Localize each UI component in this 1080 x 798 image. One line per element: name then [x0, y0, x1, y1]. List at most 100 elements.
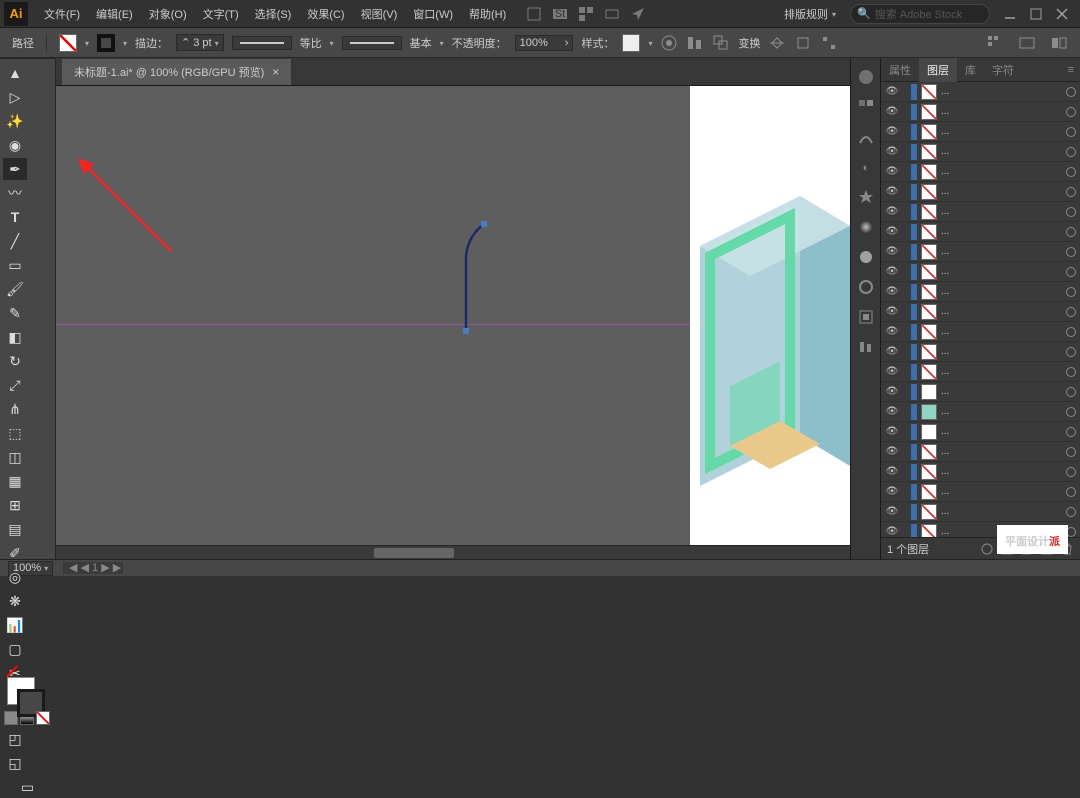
visibility-toggle[interactable]: 👁 — [885, 366, 899, 377]
menu-effect[interactable]: 效果(C) — [299, 0, 352, 28]
column-graph-tool[interactable]: 📊 — [3, 614, 27, 636]
fill-swatch[interactable] — [59, 34, 77, 52]
shape-builder-icon[interactable] — [712, 34, 730, 52]
panel-toggle-2-icon[interactable] — [1018, 34, 1036, 52]
visibility-toggle[interactable]: 👁 — [885, 126, 899, 137]
layer-row[interactable]: 👁 ... — [881, 122, 1080, 142]
layer-name[interactable]: ... — [941, 266, 1062, 277]
paintbrush-tool[interactable]: 🖌 — [3, 278, 27, 300]
layer-row[interactable]: 👁 ... — [881, 142, 1080, 162]
layer-name[interactable]: ... — [941, 246, 1062, 257]
layer-row[interactable]: 👁 ... — [881, 222, 1080, 242]
align-icon[interactable] — [686, 34, 704, 52]
panel-toggle-1-icon[interactable] — [986, 34, 1004, 52]
style-swatch[interactable] — [622, 34, 640, 52]
target-icon[interactable] — [1066, 267, 1076, 277]
visibility-toggle[interactable]: 👁 — [885, 166, 899, 177]
symbol-sprayer-tool[interactable]: ❋ — [3, 590, 27, 612]
target-icon[interactable] — [1066, 167, 1076, 177]
visibility-toggle[interactable]: 👁 — [885, 106, 899, 117]
graphic-styles-panel-icon[interactable] — [857, 308, 875, 326]
tab-close-icon[interactable]: × — [272, 65, 279, 79]
blend-tool[interactable]: ◎ — [3, 566, 27, 588]
visibility-toggle[interactable]: 👁 — [885, 206, 899, 217]
layer-row[interactable]: 👁 ... — [881, 322, 1080, 342]
eyedropper-tool[interactable]: ✐ — [3, 542, 27, 564]
brush-definition[interactable] — [342, 36, 402, 50]
line-tool[interactable]: ╱ — [3, 230, 27, 252]
isolate-icon[interactable] — [768, 34, 786, 52]
layer-name[interactable]: ... — [941, 226, 1062, 237]
visibility-toggle[interactable]: 👁 — [885, 346, 899, 357]
fill-stroke-control[interactable] — [3, 686, 53, 708]
panel-menu-icon[interactable]: ≡ — [1062, 58, 1080, 82]
shape-builder-tool[interactable]: ◫ — [3, 446, 27, 468]
menu-edit[interactable]: 编辑(E) — [88, 0, 141, 28]
layer-name[interactable]: ... — [941, 486, 1062, 497]
target-icon[interactable] — [1066, 487, 1076, 497]
layer-row[interactable]: 👁 ... — [881, 462, 1080, 482]
layer-row[interactable]: 👁 ... — [881, 162, 1080, 182]
eraser-tool[interactable]: ◧ — [3, 326, 27, 348]
opacity-input[interactable]: 100%› — [515, 35, 574, 51]
layer-row[interactable]: 👁 ... — [881, 262, 1080, 282]
locate-layer-icon[interactable] — [980, 542, 994, 556]
target-icon[interactable] — [1066, 367, 1076, 377]
pen-tool[interactable]: ✒ — [3, 158, 27, 180]
draw-behind[interactable]: ◱ — [3, 752, 27, 774]
screen-mode[interactable]: ▭ — [3, 776, 52, 798]
layer-name[interactable]: ... — [941, 86, 1062, 97]
layer-name[interactable]: ... — [941, 126, 1062, 137]
document-tab[interactable]: 未标题-1.ai* @ 100% (RGB/GPU 预览) × — [62, 59, 291, 85]
perspective-tool[interactable]: ▦ — [3, 470, 27, 492]
draw-normal[interactable]: ◰ — [3, 728, 27, 750]
swatches-panel-icon[interactable] — [857, 98, 875, 116]
layer-name[interactable]: ... — [941, 166, 1062, 177]
color-panel-icon[interactable] — [857, 68, 875, 86]
layer-name[interactable]: ... — [941, 186, 1062, 197]
visibility-toggle[interactable]: 👁 — [885, 246, 899, 257]
visibility-toggle[interactable]: 👁 — [885, 146, 899, 157]
lasso-tool[interactable]: ◉ — [3, 134, 27, 156]
mesh-tool[interactable]: ⊞ — [3, 494, 27, 516]
layer-name[interactable]: ... — [941, 326, 1062, 337]
crop-icon[interactable] — [794, 34, 812, 52]
appearance-panel-icon[interactable] — [857, 278, 875, 296]
visibility-toggle[interactable]: 👁 — [885, 526, 899, 537]
magic-wand-tool[interactable]: ✨ — [3, 110, 27, 132]
target-icon[interactable] — [1066, 467, 1076, 477]
layer-row[interactable]: 👁 ... — [881, 302, 1080, 322]
layer-row[interactable]: 👁 ... — [881, 102, 1080, 122]
type-tool[interactable]: T — [3, 206, 27, 228]
layer-row[interactable]: 👁 ... — [881, 82, 1080, 102]
tab-properties[interactable]: 属性 — [881, 58, 919, 82]
visibility-toggle[interactable]: 👁 — [885, 286, 899, 297]
target-icon[interactable] — [1066, 407, 1076, 417]
visibility-toggle[interactable]: 👁 — [885, 426, 899, 437]
active-pen-path[interactable] — [446, 216, 496, 336]
visibility-toggle[interactable]: 👁 — [885, 446, 899, 457]
menu-object[interactable]: 对象(O) — [141, 0, 195, 28]
target-icon[interactable] — [1066, 227, 1076, 237]
transform-label[interactable]: 变换 — [738, 35, 760, 51]
shaper-tool[interactable]: ✎ — [3, 302, 27, 324]
target-icon[interactable] — [1066, 447, 1076, 457]
canvas[interactable] — [56, 86, 850, 559]
scale-tool[interactable]: ⤢ — [3, 374, 27, 396]
layer-row[interactable]: 👁 ... — [881, 242, 1080, 262]
layer-row[interactable]: 👁 ... — [881, 342, 1080, 362]
layer-name[interactable]: ... — [941, 406, 1062, 417]
stroke-dropdown-icon[interactable] — [123, 37, 127, 49]
layer-row[interactable]: 👁 ... — [881, 422, 1080, 442]
menu-window[interactable]: 窗口(W) — [405, 0, 461, 28]
layer-row[interactable]: 👁 ... — [881, 182, 1080, 202]
visibility-toggle[interactable]: 👁 — [885, 506, 899, 517]
minimize-icon[interactable] — [1004, 8, 1016, 20]
target-icon[interactable] — [1066, 387, 1076, 397]
free-transform-tool[interactable]: ⬚ — [3, 422, 27, 444]
visibility-toggle[interactable]: 👁 — [885, 186, 899, 197]
target-icon[interactable] — [1066, 247, 1076, 257]
artboard-tool[interactable]: ▢ — [3, 638, 27, 660]
target-icon[interactable] — [1066, 207, 1076, 217]
share-icon[interactable] — [630, 6, 646, 22]
